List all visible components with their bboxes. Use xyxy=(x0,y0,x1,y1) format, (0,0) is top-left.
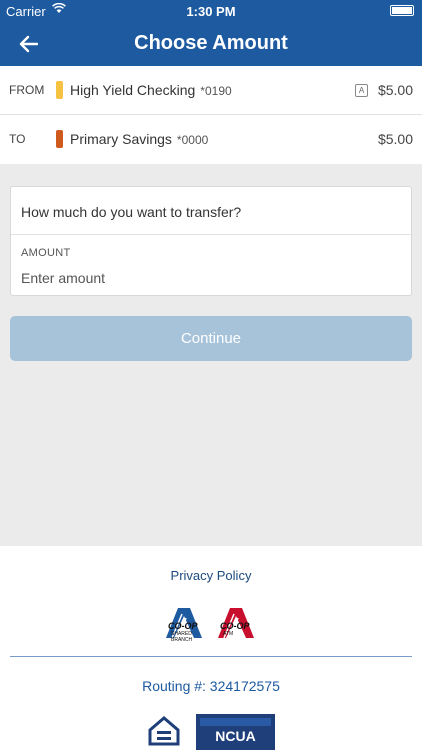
routing-number: Routing #: 324172575 xyxy=(142,678,280,694)
account-badge-icon: A xyxy=(355,84,368,97)
amount-card: How much do you want to transfer? AMOUNT xyxy=(10,186,412,296)
footer-divider xyxy=(10,656,412,657)
clock: 1:30 PM xyxy=(186,4,236,19)
from-account-row[interactable]: FROM High Yield Checking *0190 A $5.00 xyxy=(0,66,422,115)
coop-logo-text: CO-OP xyxy=(168,621,198,631)
to-account-name: Primary Savings xyxy=(70,131,172,147)
to-account-row[interactable]: TO Primary Savings *0000 $5.00 xyxy=(0,115,422,164)
ncua-logo: NCUA xyxy=(196,714,275,750)
transfer-question: How much do you want to transfer? xyxy=(21,204,242,220)
to-amount: $5.00 xyxy=(377,131,413,147)
account-color-indicator xyxy=(56,81,63,99)
from-account-number: *0190 xyxy=(200,84,232,98)
coop-shared-branch-logo: CO-OP SHARED BRANCH xyxy=(162,604,208,643)
to-account: Primary Savings *0000 xyxy=(70,131,208,147)
from-account: High Yield Checking *0190 xyxy=(70,82,232,98)
from-label: FROM xyxy=(9,83,45,97)
divider xyxy=(11,234,411,235)
ncua-text: NCUA xyxy=(215,728,256,744)
page-title: Choose Amount xyxy=(134,32,288,54)
account-color-indicator xyxy=(56,130,63,148)
continue-button[interactable]: Continue xyxy=(10,316,412,361)
nav-bar: Choose Amount xyxy=(0,22,422,66)
equal-housing-lender-logo xyxy=(146,714,182,750)
footer: Privacy Policy CO-OP SHARED BRANCH CO-OP… xyxy=(0,546,422,750)
to-account-number: *0000 xyxy=(176,133,209,147)
from-amount: $5.00 xyxy=(377,82,413,98)
battery-icon xyxy=(390,5,414,16)
amount-input[interactable] xyxy=(21,267,391,289)
coop-logo-text: CO-OP xyxy=(220,621,250,631)
coop-logo-subtext: ATM xyxy=(223,631,234,637)
amount-label: AMOUNT xyxy=(21,247,71,259)
coop-atm-logo: CO-OP ATM xyxy=(214,604,260,640)
transfer-summary: FROM High Yield Checking *0190 A $5.00 TO… xyxy=(0,66,422,164)
top-bar: Carrier 1:30 PM Choose Amount xyxy=(0,0,422,66)
status-bar: Carrier 1:30 PM xyxy=(0,0,422,22)
from-account-name: High Yield Checking xyxy=(70,82,196,98)
privacy-policy-link[interactable]: Privacy Policy xyxy=(0,568,422,583)
to-label: TO xyxy=(9,132,26,146)
coop-logo-subtext: SHARED BRANCH xyxy=(171,631,193,643)
